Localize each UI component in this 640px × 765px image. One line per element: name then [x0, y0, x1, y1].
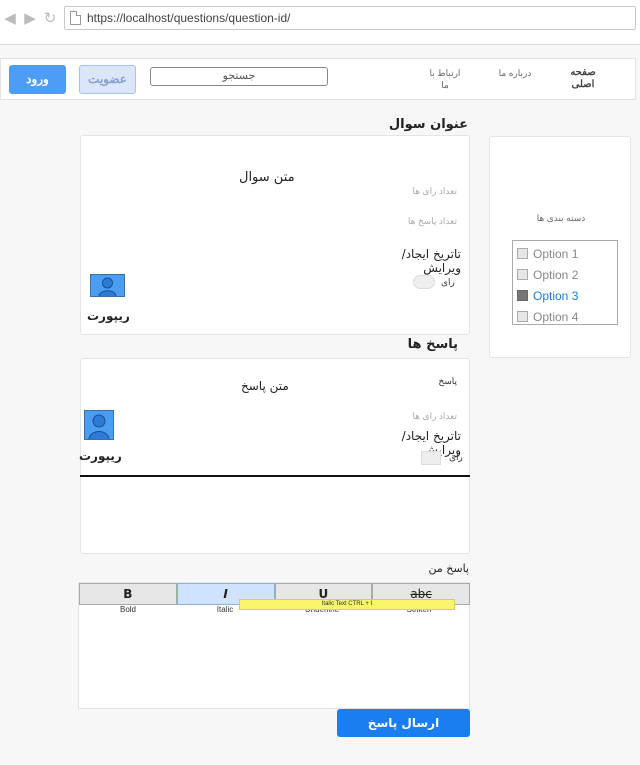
question-answers-count: تعداد پاسخ ها — [407, 216, 457, 226]
back-arrow-icon[interactable]: ◀ — [2, 10, 18, 26]
answer-divider — [80, 475, 470, 477]
category-option[interactable]: Option 2 — [517, 264, 613, 285]
top-navbar: صفحه اصلی درباره ما ارتباط با ما جستجو ع… — [0, 58, 636, 100]
answer-date: تاتریخ ایجاد/ویرایش — [401, 429, 461, 457]
checkbox-icon[interactable] — [517, 269, 528, 280]
question-card: متن سوال تعداد رای ها تعداد پاسخ ها تاتر… — [80, 135, 470, 335]
question-votes-count: تعداد رای ها — [412, 186, 457, 196]
answer-card: پاسخ متن پاسخ تعداد رای ها تاتریخ ایجاد/… — [79, 358, 470, 554]
answer-text: متن پاسخ — [241, 379, 289, 393]
checkbox-checked-icon[interactable] — [517, 290, 528, 301]
reload-icon[interactable]: ↻ — [42, 10, 58, 26]
address-bar[interactable]: https://localhost/questions/question-id/ — [64, 6, 636, 30]
category-option[interactable]: Option 1 — [517, 243, 613, 264]
address-url: https://localhost/questions/question-id/ — [87, 11, 291, 25]
checkbox-icon[interactable] — [517, 311, 528, 322]
login-button[interactable]: ورود — [9, 65, 66, 94]
question-text: متن سوال — [239, 170, 295, 185]
question-date: تاتریخ ایجاد/ویرایش — [401, 247, 461, 275]
page-icon — [70, 11, 81, 25]
nav-home[interactable]: صفحه اصلی — [563, 67, 603, 91]
nav-about[interactable]: درباره ما — [497, 67, 533, 79]
categories-list: Option 1 Option 2 Option 3 Option 4 — [512, 240, 618, 325]
answer-vote-label: رای — [449, 453, 463, 463]
question-vote-label: رای — [441, 278, 455, 288]
answer-editor[interactable]: B I U abc Bold Italic Underline Striken … — [78, 582, 470, 709]
answer-author: پاسخ — [438, 376, 457, 386]
answer-votes-count: تعداد رای ها — [412, 411, 457, 421]
question-title: عنوان سوال — [388, 117, 468, 132]
question-vote-toggle[interactable] — [413, 275, 435, 289]
user-avatar-icon[interactable] — [84, 410, 114, 440]
bold-label: Bold — [119, 605, 136, 614]
signup-button[interactable]: عضویت — [79, 65, 136, 94]
checkbox-icon[interactable] — [517, 248, 528, 259]
browser-chrome: ◀ ▶ ↻ https://localhost/questions/questi… — [0, 0, 640, 45]
italic-tooltip: Italic Text CTRL + I — [239, 599, 455, 610]
categories-title: دسته بندی ها — [536, 213, 586, 223]
category-option[interactable]: Option 3 — [517, 285, 613, 306]
my-answer-title: پاسخ من — [428, 562, 470, 575]
search-input[interactable]: جستجو — [150, 67, 328, 86]
categories-sidebar: دسته بندی ها Option 1 Option 2 Option 3 … — [489, 136, 631, 358]
question-report-link[interactable]: ریپورت — [87, 309, 130, 323]
forward-arrow-icon[interactable]: ▶ — [22, 10, 38, 26]
bold-button[interactable]: B — [79, 583, 177, 605]
category-option[interactable]: Option 4 — [517, 306, 613, 327]
answer-vote-toggle[interactable] — [421, 451, 441, 465]
answer-report-link[interactable]: ریپورت — [79, 449, 122, 463]
nav-contact[interactable]: ارتباط با ما — [425, 67, 465, 91]
user-avatar-icon[interactable] — [90, 274, 125, 297]
submit-answer-button[interactable]: ارسال پاسخ — [337, 709, 470, 737]
answers-title: پاسخ ها — [407, 337, 458, 352]
